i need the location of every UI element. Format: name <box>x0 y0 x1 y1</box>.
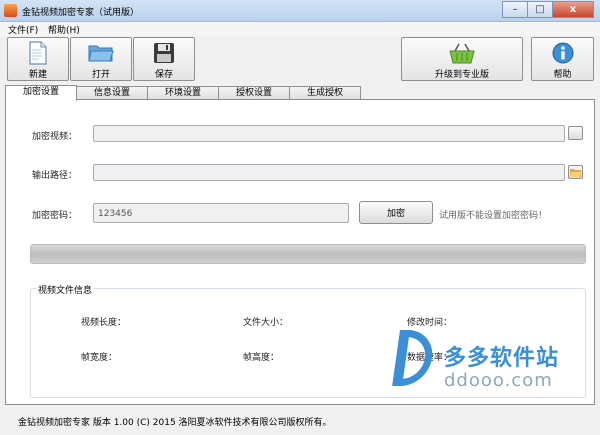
site-watermark: 多多软件站 ddooo.com <box>392 330 579 400</box>
save-button[interactable]: 保存 <box>133 37 195 81</box>
info-icon <box>552 41 574 64</box>
modified-time-label: 修改时间： <box>407 318 453 328</box>
video-length-label: 视频长度： <box>81 318 127 328</box>
frame-width-label: 帧宽度： <box>81 353 118 363</box>
output-path-input[interactable] <box>93 164 565 181</box>
tab-environment-settings[interactable]: 环境设置 <box>147 86 219 100</box>
floppy-disk-icon <box>153 41 175 64</box>
trial-note: 试用版不能设置加密密码！ <box>439 211 548 221</box>
output-label: 输出路径： <box>32 171 78 181</box>
close-icon: x <box>569 4 577 15</box>
password-label: 加密密码： <box>32 211 78 221</box>
encrypt-button[interactable]: 加密 <box>359 201 433 224</box>
tab-encrypt-settings[interactable]: 加密设置 <box>5 85 77 101</box>
status-bar: 金钻视频加密专家 版本 1.00 (C) 2015 洛阳夏冰软件技术有限公司版权… <box>0 408 600 435</box>
close-button[interactable]: x <box>552 1 594 18</box>
menu-help[interactable]: 帮助(H) <box>48 23 80 36</box>
new-button[interactable]: 新建 <box>7 37 69 81</box>
video-info-title: 视频文件信息 <box>36 283 95 296</box>
video-path-input[interactable] <box>93 125 565 142</box>
title-bar[interactable]: 金钻视频加密专家（试用版） – □ x <box>0 0 600 22</box>
tab-generate-license[interactable]: 生成授权 <box>289 86 361 100</box>
maximize-button[interactable]: □ <box>527 1 553 18</box>
minimize-icon: – <box>512 4 518 15</box>
browse-folder-icon <box>570 168 581 177</box>
toolbar: 新建 打开 保存 升级到专业版 帮助 <box>0 36 600 83</box>
menu-file[interactable]: 文件(F) <box>8 23 38 36</box>
maximize-icon: □ <box>535 4 545 15</box>
new-file-icon <box>28 40 48 65</box>
video-label: 加密视频： <box>32 132 78 142</box>
upgrade-button[interactable]: 升级到专业版 <box>401 37 523 81</box>
watermark-logo-icon <box>392 330 436 386</box>
minimize-button[interactable]: – <box>502 1 528 18</box>
browse-video-button[interactable] <box>568 126 583 140</box>
new-button-label: 新建 <box>28 70 47 80</box>
shopping-basket-icon <box>449 41 475 64</box>
window-title: 金钻视频加密专家（试用版） <box>22 8 140 18</box>
help-button-label: 帮助 <box>553 70 572 80</box>
tab-info-settings[interactable]: 信息设置 <box>76 86 148 100</box>
watermark-site: ddooo.com <box>444 370 553 391</box>
save-button-label: 保存 <box>154 70 173 80</box>
file-size-label: 文件大小： <box>243 318 289 328</box>
folder-open-icon <box>88 41 114 64</box>
help-button[interactable]: 帮助 <box>531 37 594 81</box>
window-controls: – □ x <box>502 1 594 18</box>
upgrade-button-label: 升级到专业版 <box>434 70 489 80</box>
password-input[interactable]: 123456 <box>93 203 349 223</box>
progress-fill <box>31 245 585 263</box>
watermark-brand: 多多软件站 <box>444 346 560 371</box>
copyright-text: 金钻视频加密专家 版本 1.00 (C) 2015 洛阳夏冰软件技术有限公司版权… <box>18 418 332 428</box>
open-button-label: 打开 <box>91 70 110 80</box>
browse-output-button[interactable] <box>568 165 583 179</box>
open-button[interactable]: 打开 <box>70 37 132 81</box>
menu-bar: 文件(F) 帮助(H) <box>0 22 600 36</box>
progress-bar <box>30 244 586 264</box>
tab-license-settings[interactable]: 授权设置 <box>218 86 290 100</box>
tab-strip: 加密设置 信息设置 环境设置 授权设置 生成授权 <box>0 85 600 101</box>
frame-height-label: 帧高度： <box>243 353 280 363</box>
app-icon <box>4 4 17 17</box>
